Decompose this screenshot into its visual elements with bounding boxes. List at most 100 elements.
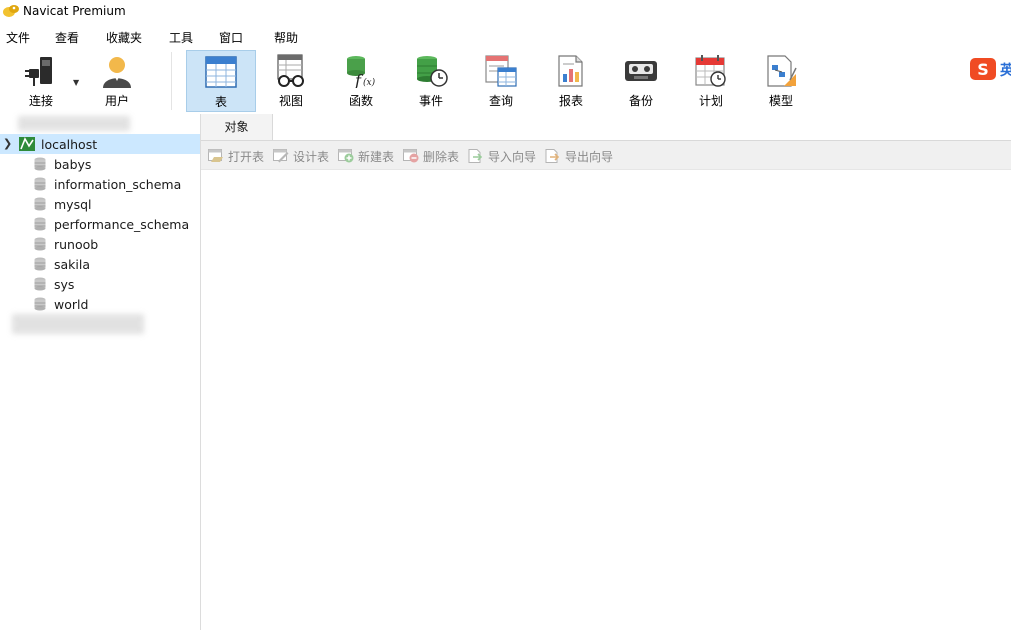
query-icon — [485, 55, 517, 87]
import-icon — [468, 149, 483, 163]
connection-tree: ❯ localhost babys information_schema mys… — [0, 114, 201, 630]
database-label: mysql — [54, 197, 92, 212]
database-label: world — [54, 297, 89, 312]
tree-database-item[interactable]: mysql — [0, 194, 200, 214]
svg-text:S: S — [977, 60, 989, 79]
tree-database-item[interactable]: babys — [0, 154, 200, 174]
backup-icon — [625, 61, 657, 81]
query-label: 查询 — [488, 94, 513, 108]
user-button[interactable]: 用户 — [82, 50, 152, 112]
query-button[interactable]: 查询 — [466, 50, 536, 112]
menu-help[interactable]: 帮助 — [274, 29, 298, 46]
plug-icon — [25, 57, 52, 86]
calendar-clock-icon — [695, 55, 726, 87]
table-label: 表 — [214, 95, 227, 109]
database-icon — [34, 177, 46, 191]
table-button[interactable]: 表 — [186, 50, 256, 112]
tree-database-item[interactable]: information_schema — [0, 174, 200, 194]
open-table-button[interactable]: 打开表 — [208, 148, 268, 164]
export-wizard-button[interactable]: 导出向导 — [545, 148, 617, 164]
database-icon — [34, 257, 46, 271]
tree-connection-localhost[interactable]: ❯ localhost — [0, 134, 200, 154]
svg-text:(x): (x) — [363, 77, 376, 88]
delete-table-icon — [403, 149, 419, 163]
title-bar: Navicat Premium — [0, 0, 1011, 24]
database-label: runoob — [54, 237, 99, 252]
database-label: babys — [54, 157, 92, 172]
tab-objects[interactable]: 对象 — [201, 114, 273, 140]
import-wizard-button[interactable]: 导入向导 — [468, 148, 540, 164]
model-label: 模型 — [768, 94, 793, 108]
report-label: 报表 — [558, 94, 583, 108]
database-icon — [34, 217, 46, 231]
menu-view[interactable]: 查看 — [55, 29, 79, 46]
connection-button[interactable]: 连接 — [6, 50, 76, 112]
event-button[interactable]: 事件 — [396, 50, 466, 112]
chevron-down-icon[interactable]: ❯ — [3, 137, 12, 150]
database-label: sakila — [54, 257, 91, 272]
backup-label: 备份 — [628, 94, 653, 108]
backup-button[interactable]: 备份 — [606, 50, 676, 112]
tree-database-item[interactable]: performance_schema — [0, 214, 200, 234]
new-table-button[interactable]: 新建表 — [338, 148, 398, 164]
event-icon — [417, 56, 448, 87]
tab-bar: 对象 — [201, 114, 1011, 141]
window-title: Navicat Premium — [23, 4, 126, 18]
object-toolbar: 打开表 设计表 新建表 删除表 导入向导 导出向导 — [201, 141, 1011, 170]
tree-database-item[interactable]: sys — [0, 274, 200, 294]
mysql-connection-icon — [19, 137, 35, 151]
database-label: sys — [54, 277, 75, 292]
function-icon: f (x) — [347, 56, 376, 88]
menu-bar: 文件 查看 收藏夹 工具 窗口 帮助 — [0, 24, 1011, 48]
new-table-icon — [338, 149, 354, 163]
tree-database-item[interactable]: sakila — [0, 254, 200, 274]
export-icon — [545, 149, 560, 163]
tree-database-item[interactable]: world — [0, 294, 200, 314]
sogou-ime-icon[interactable]: S 英 — [969, 56, 1011, 82]
function-label: 函数 — [348, 94, 373, 108]
redacted-item — [18, 116, 130, 131]
schedule-button[interactable]: 计划 — [676, 50, 746, 112]
delete-table-label: 删除表 — [423, 150, 460, 164]
schedule-label: 计划 — [698, 94, 723, 108]
view-icon — [277, 54, 304, 87]
database-icon — [34, 237, 46, 251]
user-icon — [103, 57, 131, 88]
design-table-label: 设计表 — [293, 150, 330, 164]
menu-favorites[interactable]: 收藏夹 — [106, 29, 142, 46]
navicat-logo-icon — [3, 5, 19, 17]
import-wizard-label: 导入向导 — [488, 150, 537, 164]
model-icon — [767, 55, 797, 87]
new-table-label: 新建表 — [358, 150, 395, 164]
export-wizard-label: 导出向导 — [565, 150, 614, 164]
database-icon — [34, 297, 46, 311]
menu-tools[interactable]: 工具 — [169, 29, 193, 46]
model-button[interactable]: 模型 — [746, 50, 816, 112]
toolbar-separator — [171, 52, 172, 110]
database-label: performance_schema — [54, 217, 190, 232]
report-icon — [558, 55, 583, 87]
design-table-button[interactable]: 设计表 — [273, 148, 333, 164]
connection-label: localhost — [41, 137, 98, 152]
database-label: information_schema — [54, 177, 182, 192]
objects-panel — [201, 170, 1011, 630]
function-button[interactable]: f (x) 函数 — [326, 50, 396, 112]
database-icon — [34, 157, 46, 171]
redacted-item — [12, 314, 144, 334]
event-label: 事件 — [418, 94, 443, 108]
chevron-down-icon[interactable]: ▼ — [73, 78, 79, 87]
database-icon — [34, 197, 46, 211]
design-table-icon — [273, 149, 289, 163]
tree-database-item[interactable]: runoob — [0, 234, 200, 254]
menu-window[interactable]: 窗口 — [219, 29, 243, 46]
database-icon — [34, 277, 46, 291]
svg-text:英: 英 — [999, 62, 1011, 79]
table-icon — [205, 56, 237, 88]
main-toolbar: 连接 ▼ 用户 表 视图 f (x) 函数 事件 查询 报表 备份 计划 模型 … — [0, 48, 1011, 115]
connection-label: 连接 — [28, 94, 53, 108]
report-button[interactable]: 报表 — [536, 50, 606, 112]
delete-table-button[interactable]: 删除表 — [403, 148, 463, 164]
view-button[interactable]: 视图 — [256, 50, 326, 112]
user-label: 用户 — [104, 94, 129, 108]
menu-file[interactable]: 文件 — [6, 29, 30, 46]
